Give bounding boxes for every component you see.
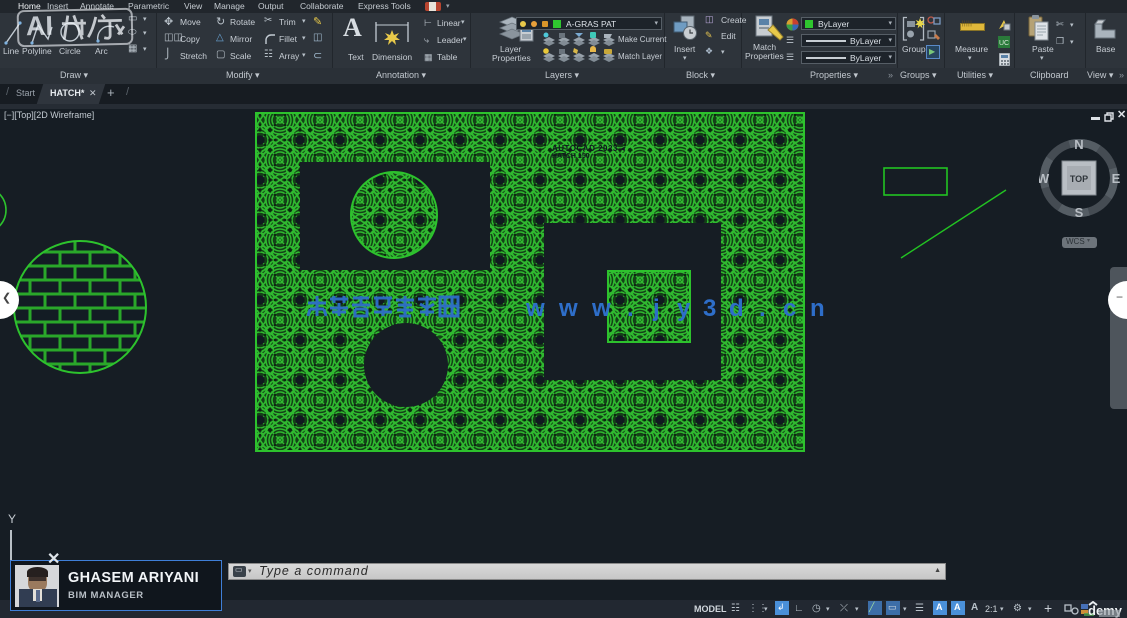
svg-text:E: E — [1112, 171, 1120, 186]
svg-text:W: W — [1039, 171, 1050, 186]
svg-text:N: N — [1074, 137, 1083, 152]
svg-text:UC: UC — [999, 40, 1009, 47]
svg-text:S: S — [1075, 205, 1084, 218]
svg-text:www.jy3d.cn: www.jy3d.cn — [525, 295, 825, 322]
svg-text:TOP: TOP — [1070, 174, 1088, 184]
